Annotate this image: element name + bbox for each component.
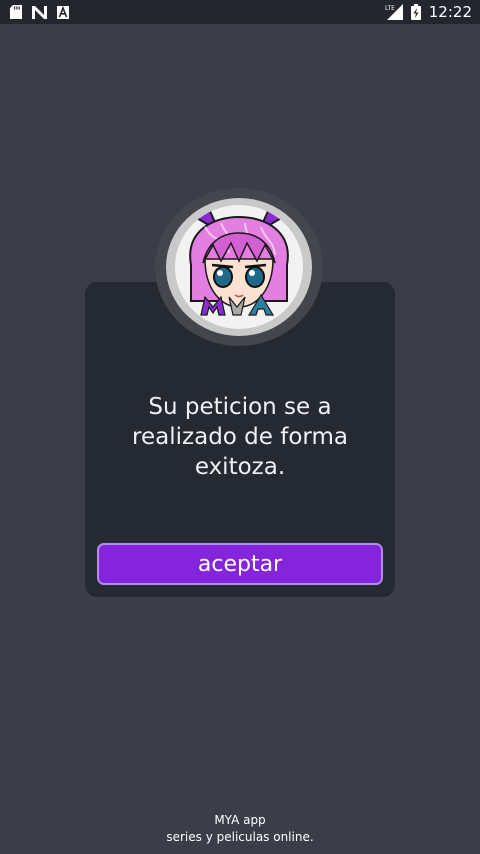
accept-button[interactable]: aceptar bbox=[97, 543, 383, 585]
status-right-icons: LTE 12:22 bbox=[385, 3, 472, 21]
signal-lte-icon: LTE bbox=[385, 4, 403, 20]
sd-card-icon bbox=[10, 5, 22, 19]
battery-charging-icon bbox=[410, 4, 421, 20]
anime-mascot-icon bbox=[175, 205, 303, 329]
footer-app-name: MYA app bbox=[214, 813, 266, 827]
status-bar: LTE 12:22 bbox=[0, 0, 480, 24]
footer-tagline: series y peliculas online. bbox=[166, 830, 314, 844]
clock: 12:22 bbox=[428, 3, 472, 21]
svg-text:LTE: LTE bbox=[385, 5, 395, 12]
status-left-icons bbox=[10, 5, 69, 19]
n-notification-icon bbox=[32, 5, 47, 19]
a-notification-icon bbox=[57, 5, 69, 19]
logo-frame bbox=[166, 198, 312, 336]
footer: MYA app series y peliculas online. bbox=[0, 812, 480, 846]
app-logo bbox=[155, 188, 323, 346]
success-message: Su peticion se a realizado de forma exit… bbox=[132, 394, 348, 480]
